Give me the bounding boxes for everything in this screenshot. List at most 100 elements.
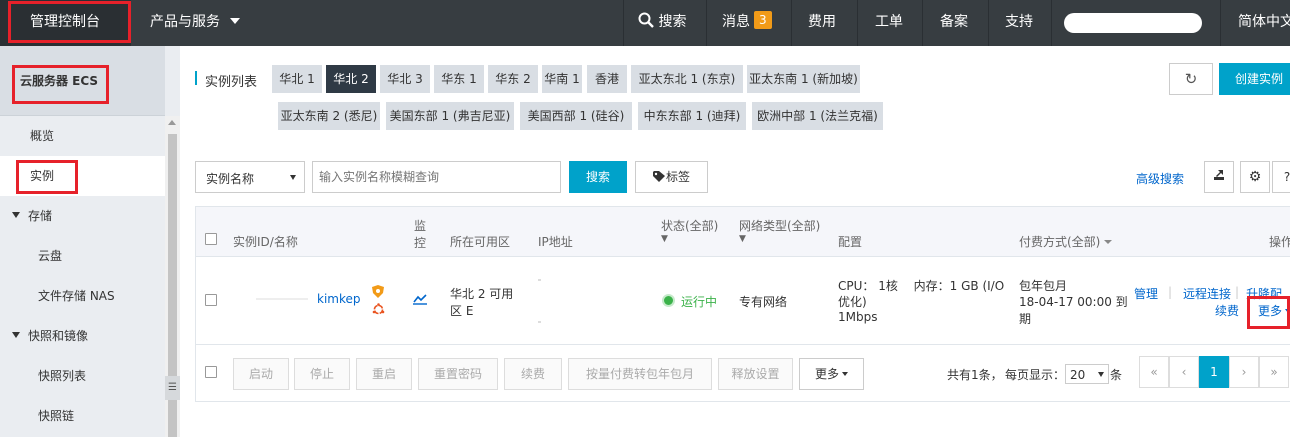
sidebar: 云服务器 ECS 概览 实例 存储 云盘 文件存储 NAS 快照和镜像 快照列表… [0, 46, 180, 437]
help-button[interactable]: ? [1272, 161, 1290, 193]
region-tab[interactable]: 华东 2 [488, 65, 538, 93]
search-button[interactable]: 搜索 [569, 161, 627, 193]
sidebar-item-overview[interactable]: 概览 [0, 116, 165, 156]
search-input[interactable] [312, 161, 561, 193]
billing-link[interactable]: 费用 [808, 0, 836, 46]
total-count: 共有1条， [947, 368, 1003, 382]
products-menu[interactable]: 产品与服务 [150, 0, 241, 46]
products-label: 产品与服务 [150, 14, 220, 30]
region-tab[interactable]: 中东东部 1 (迪拜) [638, 102, 746, 130]
monitor-chart-icon[interactable] [413, 293, 427, 305]
convert-billing-button[interactable]: 按量付费转包年包月 [568, 358, 712, 390]
last-page-button[interactable]: » [1259, 356, 1289, 388]
language-switcher[interactable]: 简体中文 [1238, 0, 1290, 46]
sidebar-item-label: 快照列表 [38, 369, 87, 383]
filter-field-select[interactable]: 实例名称 [195, 161, 305, 193]
billing-label: 费用 [808, 14, 836, 30]
language-label: 简体中文 [1238, 14, 1290, 30]
export-button[interactable] [1204, 161, 1234, 193]
header-status-filter[interactable]: 状态(全部) [661, 217, 718, 234]
config-text: CPU： 1核 内存：1 GB (I/O [838, 279, 1005, 293]
more-bulk-actions-button[interactable]: 更多 [799, 358, 864, 390]
expiry-date: 18-04-17 00:00 到 [1019, 295, 1128, 309]
divider [1051, 0, 1052, 46]
instance-name-link[interactable]: kimkep [317, 292, 361, 306]
caret-down-icon [230, 18, 241, 24]
refresh-button[interactable]: ↻ [1169, 63, 1213, 95]
region-tab-active[interactable]: 华北 2 [326, 65, 376, 93]
create-instance-button[interactable]: 创建实例 [1219, 63, 1290, 95]
upgrade-downgrade-link[interactable]: 升降配 [1246, 285, 1282, 302]
caret-down-icon [842, 372, 848, 376]
divider [623, 0, 624, 46]
sidebar-group-storage[interactable]: 存储 [0, 196, 165, 236]
sidebar-item-instances[interactable]: 实例 [0, 156, 165, 196]
tag-filter-button[interactable]: 标签 [635, 161, 708, 193]
advanced-search-link[interactable]: 高级搜索 [1136, 170, 1184, 187]
sidebar-item-snapshot-list[interactable]: 快照列表 [0, 356, 165, 396]
region-tab[interactable]: 亚太东南 1 (新加坡) [747, 65, 860, 93]
title-accent-bar [195, 71, 197, 85]
stop-button[interactable]: 停止 [294, 358, 350, 390]
sidebar-group-snapshots[interactable]: 快照和镜像 [0, 316, 165, 356]
search-link[interactable]: 搜索 [638, 0, 686, 46]
region-tab[interactable]: 华北 3 [380, 65, 430, 93]
restart-button[interactable]: 重启 [356, 358, 412, 390]
settings-button[interactable]: ⚙ [1240, 161, 1270, 193]
row-checkbox[interactable] [205, 294, 217, 306]
reset-password-button[interactable]: 重置密码 [418, 358, 498, 390]
page-title: 实例列表 [205, 75, 258, 90]
user-account-menu[interactable] [1064, 13, 1202, 33]
renew-link[interactable]: 续费 [1215, 302, 1239, 319]
current-page-button[interactable]: 1 [1199, 356, 1229, 388]
collapse-sidebar-icon[interactable]: ☰ [165, 376, 180, 400]
renew-button[interactable]: 续费 [504, 358, 562, 390]
header-billing-filter[interactable]: 付费方式(全部) [1019, 233, 1113, 250]
manage-link[interactable]: 管理 [1134, 285, 1158, 302]
icp-link[interactable]: 备案 [940, 0, 968, 46]
region-tab[interactable]: 亚太东南 2 (悉尼) [278, 102, 380, 130]
select-all-checkbox[interactable] [205, 233, 217, 245]
more-label: 更多 [1258, 304, 1283, 318]
sidebar-item-snapshot-chain[interactable]: 快照链 [0, 396, 165, 436]
console-label: 管理控制台 [30, 14, 100, 30]
sidebar-item-disk[interactable]: 云盘 [0, 236, 165, 276]
more-label: 更多 [814, 367, 839, 381]
region-tab[interactable]: 美国西部 1 (硅谷) [520, 102, 632, 130]
refresh-icon: ↻ [1184, 70, 1198, 88]
sidebar-item-nas[interactable]: 文件存储 NAS [0, 276, 165, 316]
page-size-select[interactable]: 20 [1065, 364, 1109, 384]
region-tab[interactable]: 华南 1 [542, 65, 582, 93]
more-actions-dropdown[interactable]: 更多 [1258, 302, 1290, 319]
messages-link[interactable]: 消息 3 [722, 0, 772, 46]
status-filter-caret-icon[interactable]: ▼ [661, 234, 668, 244]
network-filter-caret-icon[interactable]: ▼ [739, 234, 746, 244]
page-size-value: 20 [1070, 368, 1086, 382]
remote-connect-link[interactable]: 远程连接 [1183, 285, 1231, 302]
header-network-filter[interactable]: 网络类型(全部) [739, 217, 820, 234]
support-label: 支持 [1005, 14, 1033, 30]
first-page-button[interactable]: « [1139, 356, 1169, 388]
footer-select-all-checkbox[interactable] [205, 366, 217, 378]
region-tab[interactable]: 华北 1 [272, 65, 322, 93]
prev-page-button[interactable]: ‹ [1169, 356, 1199, 388]
region-tab[interactable]: 亚太东北 1 (东京) [631, 65, 743, 93]
status-badge: 运行中 [681, 295, 718, 309]
divider [791, 0, 792, 46]
divider [988, 0, 989, 46]
region-tab[interactable]: 华东 1 [434, 65, 484, 93]
scroll-up-arrow-icon[interactable] [168, 120, 176, 125]
next-page-button[interactable]: › [1229, 356, 1259, 388]
support-link[interactable]: 支持 [1005, 0, 1033, 46]
region-tab[interactable]: 美国东部 1 (弗吉尼亚) [386, 102, 514, 130]
separator: | [1168, 285, 1173, 299]
bandwidth-text: 1Mbps [838, 310, 878, 324]
tickets-link[interactable]: 工单 [875, 0, 903, 46]
security-shield-icon [372, 285, 384, 298]
region-tab[interactable]: 欧洲中部 1 (法兰克福) [752, 102, 883, 130]
header-id-name: 实例ID/名称 [233, 235, 298, 249]
start-button[interactable]: 启动 [233, 358, 289, 390]
region-tab[interactable]: 香港 [587, 65, 627, 93]
release-settings-button[interactable]: 释放设置 [718, 358, 793, 390]
console-home-link[interactable]: 管理控制台 [0, 0, 130, 46]
